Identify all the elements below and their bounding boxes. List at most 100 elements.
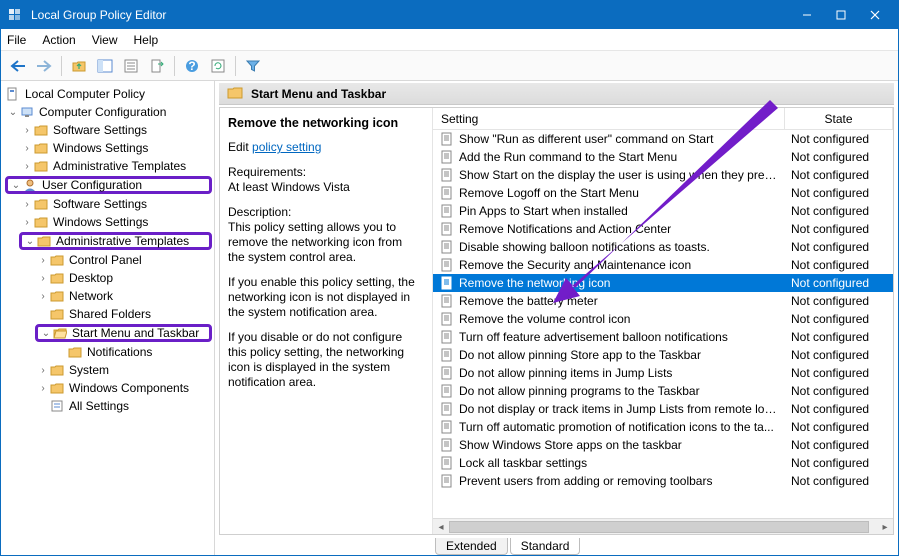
list-item[interactable]: Lock all taskbar settingsNot configured xyxy=(433,454,893,472)
setting-name: Show "Run as different user" command on … xyxy=(459,132,785,146)
tree-item[interactable]: ›Network xyxy=(1,287,214,305)
menu-bar: File Action View Help xyxy=(1,29,898,51)
menu-action[interactable]: Action xyxy=(42,33,75,47)
tree-item[interactable]: ›Windows Settings xyxy=(1,213,214,231)
policy-item-icon xyxy=(439,185,455,201)
navigation-tree[interactable]: Local Computer Policy ⌄ Computer Configu… xyxy=(1,81,215,555)
properties-button[interactable] xyxy=(120,55,142,77)
expand-icon[interactable]: › xyxy=(37,365,49,376)
tree-item[interactable]: ›Desktop xyxy=(1,269,214,287)
list-item[interactable]: Disable showing balloon notifications as… xyxy=(433,238,893,256)
expand-icon[interactable]: › xyxy=(21,199,33,210)
column-state[interactable]: State xyxy=(785,108,893,129)
menu-help[interactable]: Help xyxy=(134,33,159,47)
setting-state: Not configured xyxy=(785,366,893,380)
tree-item[interactable]: All Settings xyxy=(1,397,214,415)
list-item[interactable]: Remove the Security and Maintenance icon… xyxy=(433,256,893,274)
policy-item-icon xyxy=(439,365,455,381)
title-bar: Local Group Policy Editor xyxy=(1,1,898,29)
tree-item[interactable]: Notifications xyxy=(1,343,214,361)
tree-item[interactable]: ›Windows Settings xyxy=(1,139,214,157)
setting-name: Prevent users from adding or removing to… xyxy=(459,474,785,488)
collapse-icon[interactable]: ⌄ xyxy=(10,180,22,191)
list-item[interactable]: Add the Run command to the Start MenuNot… xyxy=(433,148,893,166)
list-item[interactable]: Remove the battery meterNot configured xyxy=(433,292,893,310)
maximize-button[interactable] xyxy=(824,5,858,25)
settings-list-icon xyxy=(49,398,65,414)
export-button[interactable] xyxy=(146,55,168,77)
setting-name: Disable showing balloon notifications as… xyxy=(459,240,785,254)
expand-icon[interactable]: › xyxy=(21,217,33,228)
tree-start-menu-taskbar[interactable]: ⌄ Start Menu and Taskbar xyxy=(35,324,212,342)
tree-item[interactable]: ›System xyxy=(1,361,214,379)
close-button[interactable] xyxy=(858,5,892,25)
list-item[interactable]: Remove Notifications and Action CenterNo… xyxy=(433,220,893,238)
filter-button[interactable] xyxy=(242,55,264,77)
back-button[interactable] xyxy=(7,55,29,77)
list-item[interactable]: Show "Run as different user" command on … xyxy=(433,130,893,148)
setting-state: Not configured xyxy=(785,276,893,290)
setting-state: Not configured xyxy=(785,420,893,434)
column-setting[interactable]: Setting xyxy=(433,108,785,129)
expand-icon[interactable]: › xyxy=(37,291,49,302)
collapse-icon[interactable]: ⌄ xyxy=(40,328,52,339)
collapse-icon[interactable]: ⌄ xyxy=(7,107,19,118)
setting-name: Add the Run command to the Start Menu xyxy=(459,150,785,164)
policy-item-icon xyxy=(439,149,455,165)
expand-icon[interactable]: › xyxy=(37,273,49,284)
list-item[interactable]: Prevent users from adding or removing to… xyxy=(433,472,893,490)
show-hide-tree-button[interactable] xyxy=(94,55,116,77)
tree-item[interactable]: ›Windows Components xyxy=(1,379,214,397)
list-item[interactable]: Remove the volume control iconNot config… xyxy=(433,310,893,328)
expand-icon[interactable]: › xyxy=(21,125,33,136)
collapse-icon[interactable]: ⌄ xyxy=(24,236,36,247)
refresh-button[interactable] xyxy=(207,55,229,77)
scroll-right-icon[interactable]: ▸ xyxy=(877,519,893,535)
policy-item-icon xyxy=(439,419,455,435)
setting-state: Not configured xyxy=(785,132,893,146)
list-item[interactable]: Do not display or track items in Jump Li… xyxy=(433,400,893,418)
setting-name: Remove the volume control icon xyxy=(459,312,785,326)
list-body[interactable]: Show "Run as different user" command on … xyxy=(433,130,893,518)
list-item[interactable]: Remove the networking iconNot configured xyxy=(433,274,893,292)
tree-computer-configuration[interactable]: ⌄ Computer Configuration xyxy=(1,103,214,121)
up-button[interactable] xyxy=(68,55,90,77)
menu-file[interactable]: File xyxy=(7,33,26,47)
tab-extended[interactable]: Extended xyxy=(435,538,508,555)
tree-item[interactable]: ›Administrative Templates xyxy=(1,157,214,175)
list-item[interactable]: Do not allow pinning Store app to the Ta… xyxy=(433,346,893,364)
tree-admin-templates[interactable]: ⌄ Administrative Templates xyxy=(19,232,212,250)
expand-icon[interactable]: › xyxy=(21,143,33,154)
list-item[interactable]: Do not allow pinning programs to the Tas… xyxy=(433,382,893,400)
expand-icon[interactable]: › xyxy=(37,255,49,266)
setting-name: Do not display or track items in Jump Li… xyxy=(459,402,785,416)
forward-button[interactable] xyxy=(33,55,55,77)
expand-icon[interactable]: › xyxy=(21,161,33,172)
tree-item[interactable]: ›Control Panel xyxy=(1,251,214,269)
list-item[interactable]: Show Windows Store apps on the taskbarNo… xyxy=(433,436,893,454)
tree-item[interactable]: ›Software Settings xyxy=(1,195,214,213)
minimize-button[interactable] xyxy=(790,5,824,25)
tab-standard[interactable]: Standard xyxy=(510,538,581,555)
view-tabs: Extended Standard xyxy=(215,535,898,555)
help-button[interactable]: ? xyxy=(181,55,203,77)
settings-list: Setting State Show "Run as different use… xyxy=(432,108,893,534)
menu-view[interactable]: View xyxy=(92,33,118,47)
edit-policy-link[interactable]: policy setting xyxy=(252,140,321,154)
setting-state: Not configured xyxy=(785,438,893,452)
list-item[interactable]: Turn off feature advertisement balloon n… xyxy=(433,328,893,346)
tree-root[interactable]: Local Computer Policy xyxy=(1,85,214,103)
scroll-thumb[interactable] xyxy=(449,521,869,533)
expand-icon[interactable]: › xyxy=(37,383,49,394)
list-item[interactable]: Do not allow pinning items in Jump Lists… xyxy=(433,364,893,382)
tree-item[interactable]: Shared Folders xyxy=(1,305,214,323)
list-item[interactable]: Pin Apps to Start when installedNot conf… xyxy=(433,202,893,220)
scroll-left-icon[interactable]: ◂ xyxy=(433,519,449,535)
setting-name: Remove Notifications and Action Center xyxy=(459,222,785,236)
tree-user-configuration[interactable]: ⌄ User Configuration xyxy=(5,176,212,194)
horizontal-scrollbar[interactable]: ◂ ▸ xyxy=(433,518,893,534)
list-item[interactable]: Turn off automatic promotion of notifica… xyxy=(433,418,893,436)
tree-item[interactable]: ›Software Settings xyxy=(1,121,214,139)
list-item[interactable]: Show Start on the display the user is us… xyxy=(433,166,893,184)
list-item[interactable]: Remove Logoff on the Start MenuNot confi… xyxy=(433,184,893,202)
